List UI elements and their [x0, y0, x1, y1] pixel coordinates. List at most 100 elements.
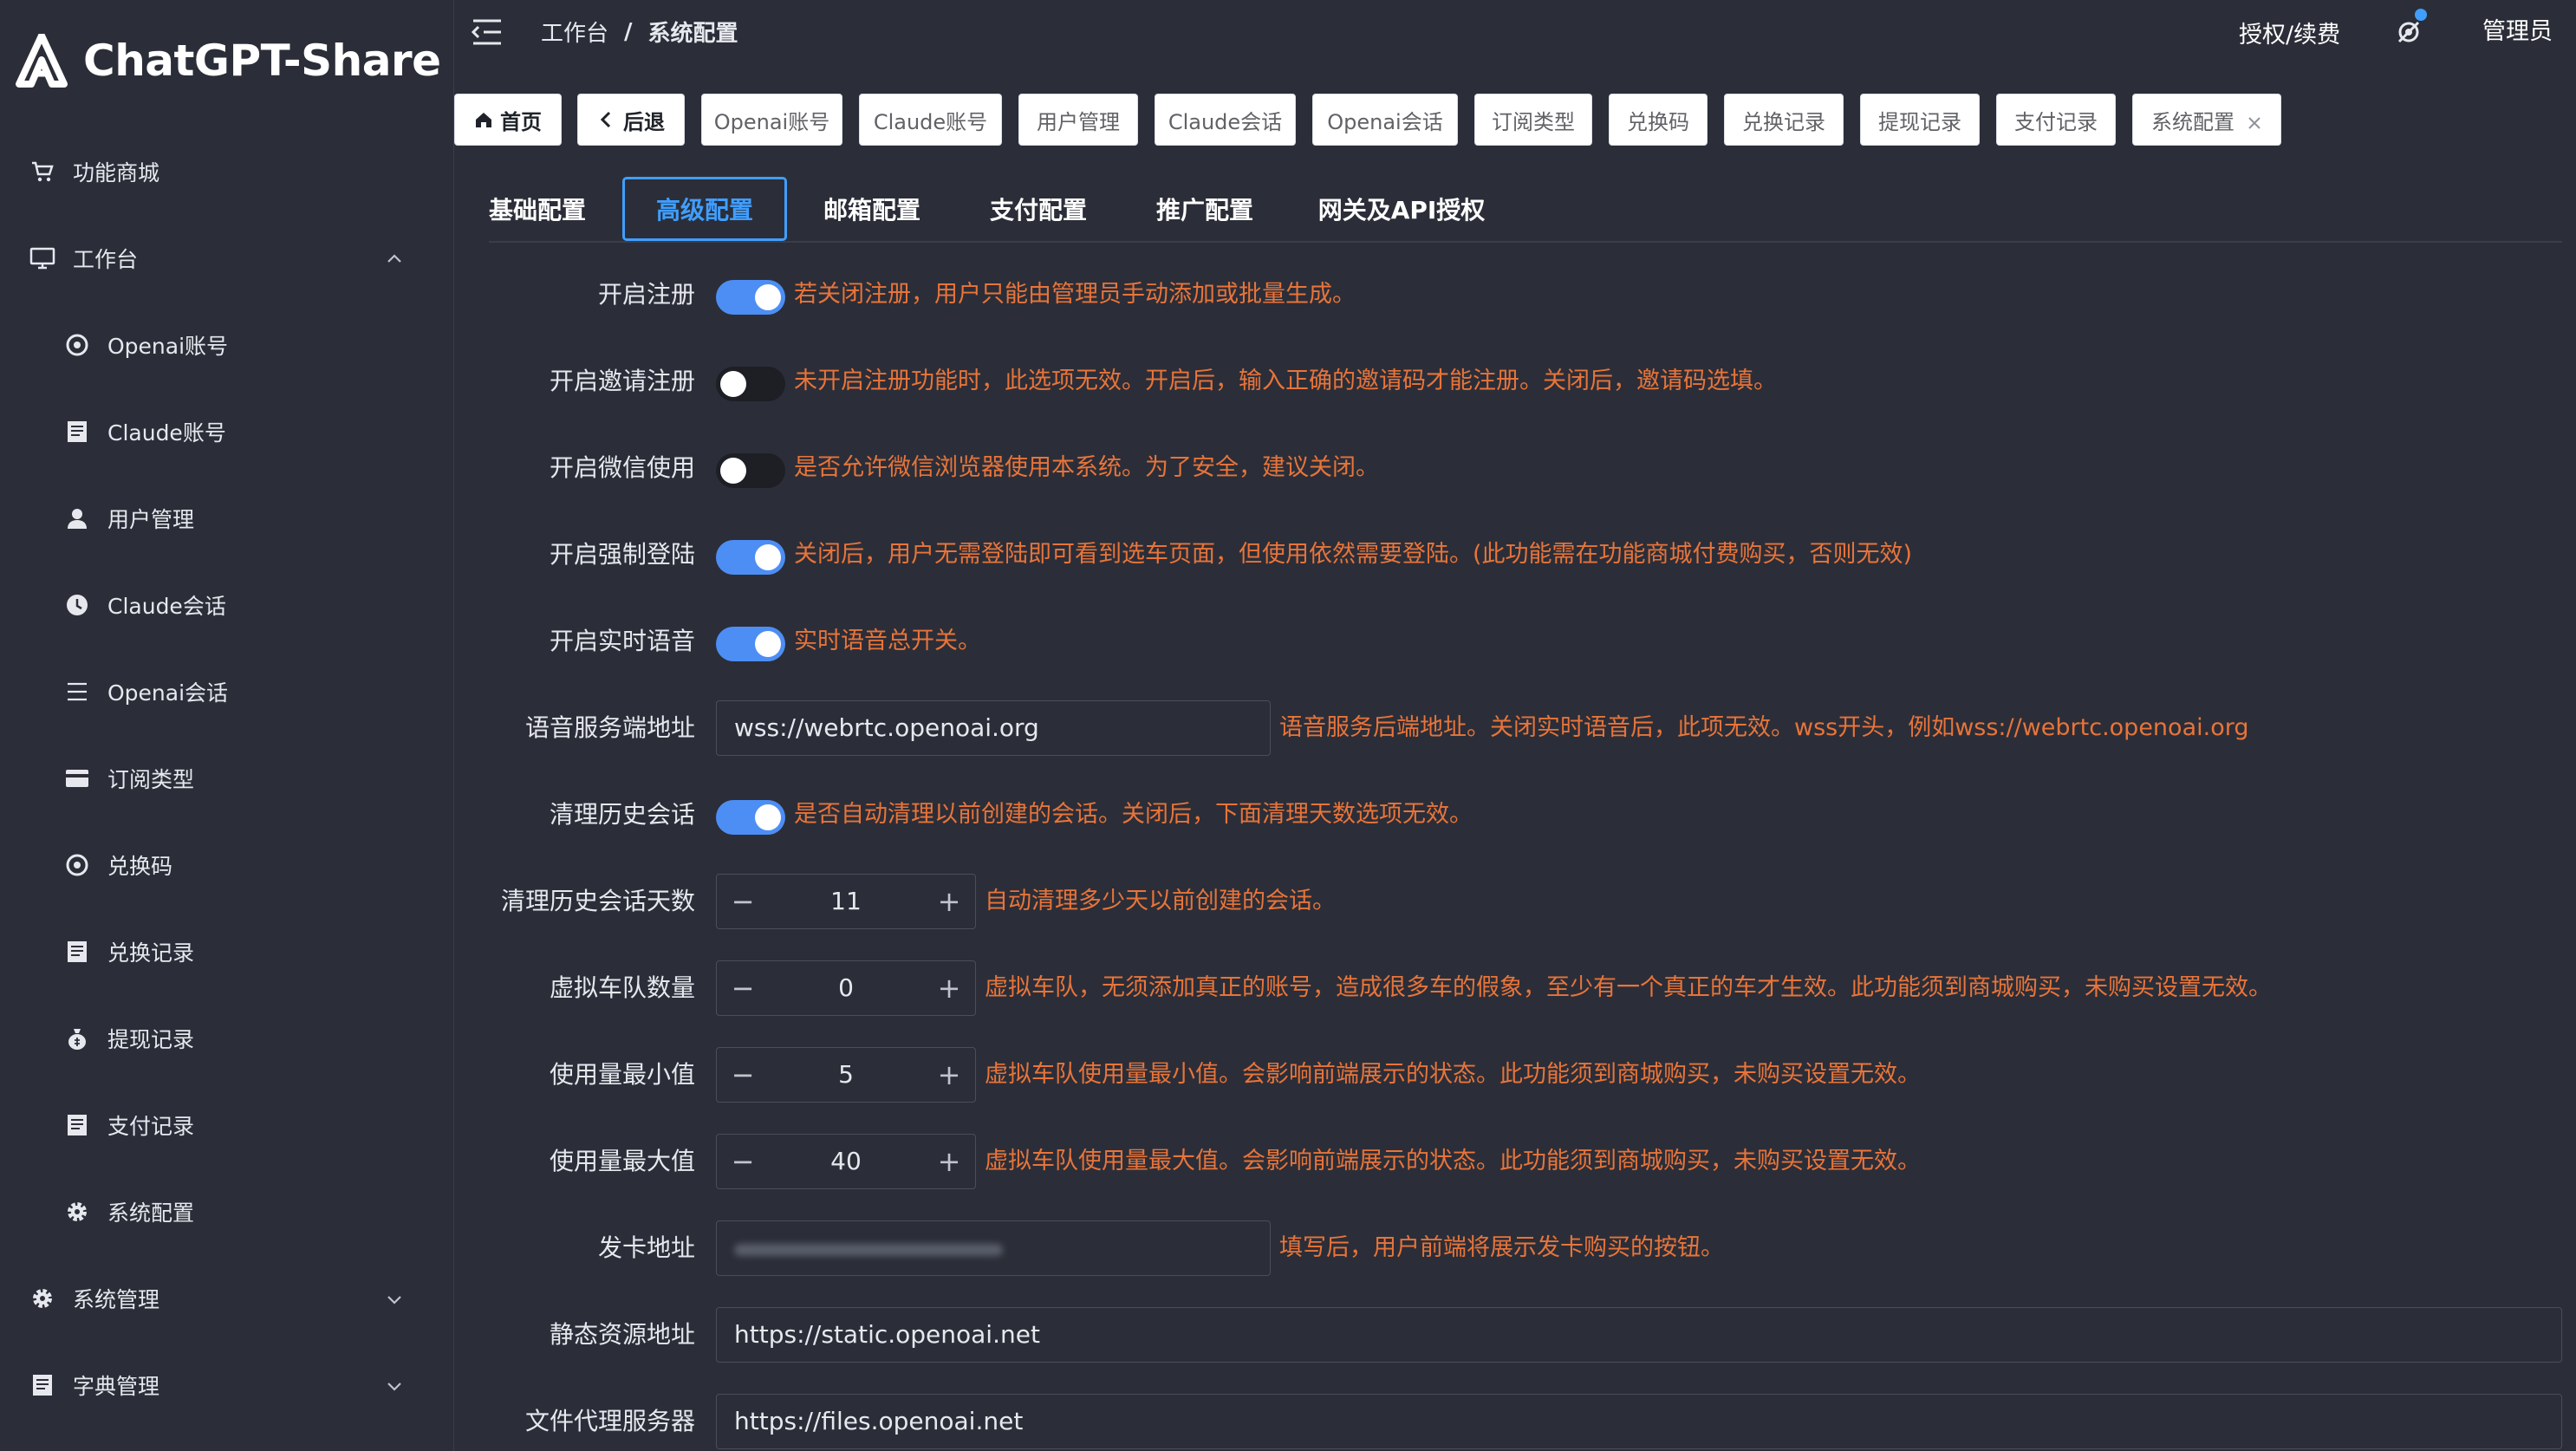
- tag-subscription-types[interactable]: 订阅类型: [1474, 94, 1592, 146]
- voice-server-input[interactable]: wss://webrtc.openoai.org: [716, 700, 1271, 756]
- sidebar-item-label: 系统配置: [107, 1200, 195, 1226]
- form-row-card-address: 发卡地址 填写后，用户前端将展示发卡购买的按钮。: [489, 1220, 2569, 1276]
- open-register-switch[interactable]: [716, 280, 785, 315]
- field-hint: 虚拟车队使用量最小值。会影响前端展示的状态。此功能须到商城购买，未购买设置无效。: [985, 1061, 1921, 1088]
- sidebar-item-label: 字典管理: [73, 1374, 160, 1399]
- breadcrumb-separator: /: [624, 18, 633, 45]
- sidebar-item-openai-sessions[interactable]: Openai会话: [0, 648, 454, 735]
- sidebar-item-label: Claude账号: [107, 420, 226, 446]
- sidebar-item-redeem-codes[interactable]: 兑换码: [0, 822, 454, 908]
- sidebar-item-label: 系统管理: [73, 1287, 160, 1312]
- static-url-input[interactable]: https://static.openoai.net: [716, 1307, 2562, 1363]
- stepper-value[interactable]: 0: [769, 961, 923, 1015]
- tab-promotion-config[interactable]: 推广配置: [1144, 177, 1265, 241]
- cart-icon: [28, 157, 57, 186]
- tag-openai-sessions[interactable]: Openai会话: [1312, 94, 1458, 146]
- sidebar-item-label: Openai会话: [107, 680, 229, 706]
- user-menu[interactable]: 管理员: [2482, 12, 2553, 46]
- tag-openai-accounts[interactable]: Openai账号: [701, 94, 842, 146]
- field-hint: 填写后，用户前端将展示发卡购买的按钮。: [1279, 1234, 1724, 1261]
- increment-button[interactable]: +: [923, 1135, 975, 1188]
- tab-basic-config[interactable]: 基础配置: [478, 177, 596, 241]
- sidebar-item-subscription-types[interactable]: 订阅类型: [0, 735, 454, 822]
- tag-back[interactable]: 后退: [577, 94, 685, 146]
- document-icon: [62, 1110, 92, 1140]
- sidebar-item-claude-accounts[interactable]: Claude账号: [0, 388, 454, 475]
- card-address-input[interactable]: [716, 1220, 1271, 1276]
- decrement-button[interactable]: −: [717, 1135, 769, 1188]
- close-icon[interactable]: [2247, 112, 2262, 129]
- sidebar-item-withdraw-records[interactable]: 提现记录: [0, 995, 454, 1082]
- sidebar-item-dictionary[interactable]: 字典管理: [0, 1342, 454, 1428]
- sidebar: ChatGPT-Share 功能商城 工作台 Openai账号 Claude账号…: [0, 0, 454, 1451]
- decrement-button[interactable]: −: [717, 875, 769, 928]
- breadcrumb: 工作台 / 系统配置: [541, 16, 738, 48]
- sidebar-item-label: 兑换码: [107, 854, 173, 879]
- sidebar-item-workbench[interactable]: 工作台: [0, 215, 454, 302]
- sidebar-item-system-config[interactable]: 系统配置: [0, 1168, 454, 1255]
- form-row-clean-history: 清理历史会话 是否自动清理以前创建的会话。关闭后，下面清理天数选项无效。: [489, 787, 2569, 843]
- wechat-use-switch[interactable]: [716, 453, 785, 488]
- header: 工作台 / 系统配置 授权/续费 管理员: [454, 0, 2576, 69]
- invite-register-switch[interactable]: [716, 367, 785, 401]
- increment-button[interactable]: +: [923, 1048, 975, 1102]
- tab-gateway-api[interactable]: 网关及API授权: [1312, 177, 1491, 241]
- sidebar-item-system-management[interactable]: 系统管理: [0, 1255, 454, 1342]
- moneybag-icon: [62, 1024, 92, 1053]
- stepper-value[interactable]: 11: [769, 875, 923, 928]
- logo-icon: [16, 34, 68, 88]
- field-label: 清理历史会话天数: [500, 887, 695, 915]
- clean-history-switch[interactable]: [716, 800, 785, 835]
- tag-claude-accounts[interactable]: Claude账号: [859, 94, 1002, 146]
- sidebar-item-label: Openai账号: [107, 334, 229, 359]
- breadcrumb-item[interactable]: 工作台: [541, 16, 608, 48]
- sidebar-item-users[interactable]: 用户管理: [0, 475, 454, 562]
- field-hint: 实时语音总开关。: [794, 628, 981, 654]
- tag-redeem-codes[interactable]: 兑换码: [1609, 94, 1708, 146]
- tab-payment-config[interactable]: 支付配置: [978, 177, 1099, 241]
- tag-users[interactable]: 用户管理: [1018, 94, 1138, 146]
- form-row-invite-register: 开启邀请注册 未开启注册功能时，此选项无效。开启后，输入正确的邀请码才能注册。关…: [489, 354, 2569, 409]
- file-proxy-input[interactable]: https://files.openoai.net: [716, 1394, 2562, 1449]
- sidebar-item-payment-records[interactable]: 支付记录: [0, 1082, 454, 1168]
- realtime-voice-switch[interactable]: [716, 627, 785, 661]
- tab-advanced-config[interactable]: 高级配置: [622, 177, 787, 241]
- license-link[interactable]: 授权/续费: [2239, 16, 2340, 49]
- tag-redeem-records[interactable]: 兑换记录: [1724, 94, 1844, 146]
- sidebar-item-label: 用户管理: [107, 507, 195, 532]
- tag-withdraw-records[interactable]: 提现记录: [1860, 94, 1980, 146]
- virtual-fleet-stepper: − 0 +: [716, 960, 976, 1016]
- tag-claude-sessions[interactable]: Claude会话: [1155, 94, 1296, 146]
- logo[interactable]: ChatGPT-Share: [16, 26, 441, 95]
- breadcrumb-current: 系统配置: [647, 21, 738, 47]
- field-label: 虚拟车队数量: [549, 973, 695, 1002]
- tab-email-config[interactable]: 邮箱配置: [811, 177, 933, 241]
- sidebar-item-claude-sessions[interactable]: Claude会话: [0, 562, 454, 648]
- decrement-button[interactable]: −: [717, 1048, 769, 1102]
- tag-payment-records[interactable]: 支付记录: [1996, 94, 2116, 146]
- chevron-up-icon: [385, 249, 404, 268]
- sidebar-item-openai-accounts[interactable]: Openai账号: [0, 302, 454, 388]
- decrement-button[interactable]: −: [717, 961, 769, 1015]
- tag-home[interactable]: 首页: [454, 94, 562, 146]
- field-hint: 关闭后，用户无需登陆即可看到选车页面，但使用依然需要登陆。(此功能需在功能商城付…: [794, 541, 1913, 568]
- card-icon: [62, 764, 92, 793]
- sidebar-item-shop[interactable]: 功能商城: [0, 128, 454, 215]
- sidebar-item-redeem-records[interactable]: 兑换记录: [0, 908, 454, 995]
- form-row-file-proxy: 文件代理服务器 https://files.openoai.net: [489, 1394, 2569, 1449]
- list-icon: [62, 677, 92, 706]
- stepper-value[interactable]: 5: [769, 1048, 923, 1102]
- theme-toggle-icon[interactable]: [2394, 17, 2423, 47]
- switch-knob: [755, 804, 781, 830]
- field-label: 开启实时语音: [549, 627, 695, 655]
- increment-button[interactable]: +: [923, 961, 975, 1015]
- field-label: 发卡地址: [597, 1233, 695, 1262]
- tag-system-config[interactable]: 系统配置: [2132, 94, 2281, 146]
- chevron-down-icon: [385, 1289, 404, 1308]
- force-login-switch[interactable]: [716, 540, 785, 575]
- increment-button[interactable]: +: [923, 875, 975, 928]
- stepper-value[interactable]: 40: [769, 1135, 923, 1188]
- form-row-voice-server: 语音服务端地址 wss://webrtc.openoai.org 语音服务后端地…: [489, 700, 2569, 756]
- field-label: 静态资源地址: [549, 1320, 695, 1349]
- menu-fold-icon[interactable]: [471, 17, 503, 47]
